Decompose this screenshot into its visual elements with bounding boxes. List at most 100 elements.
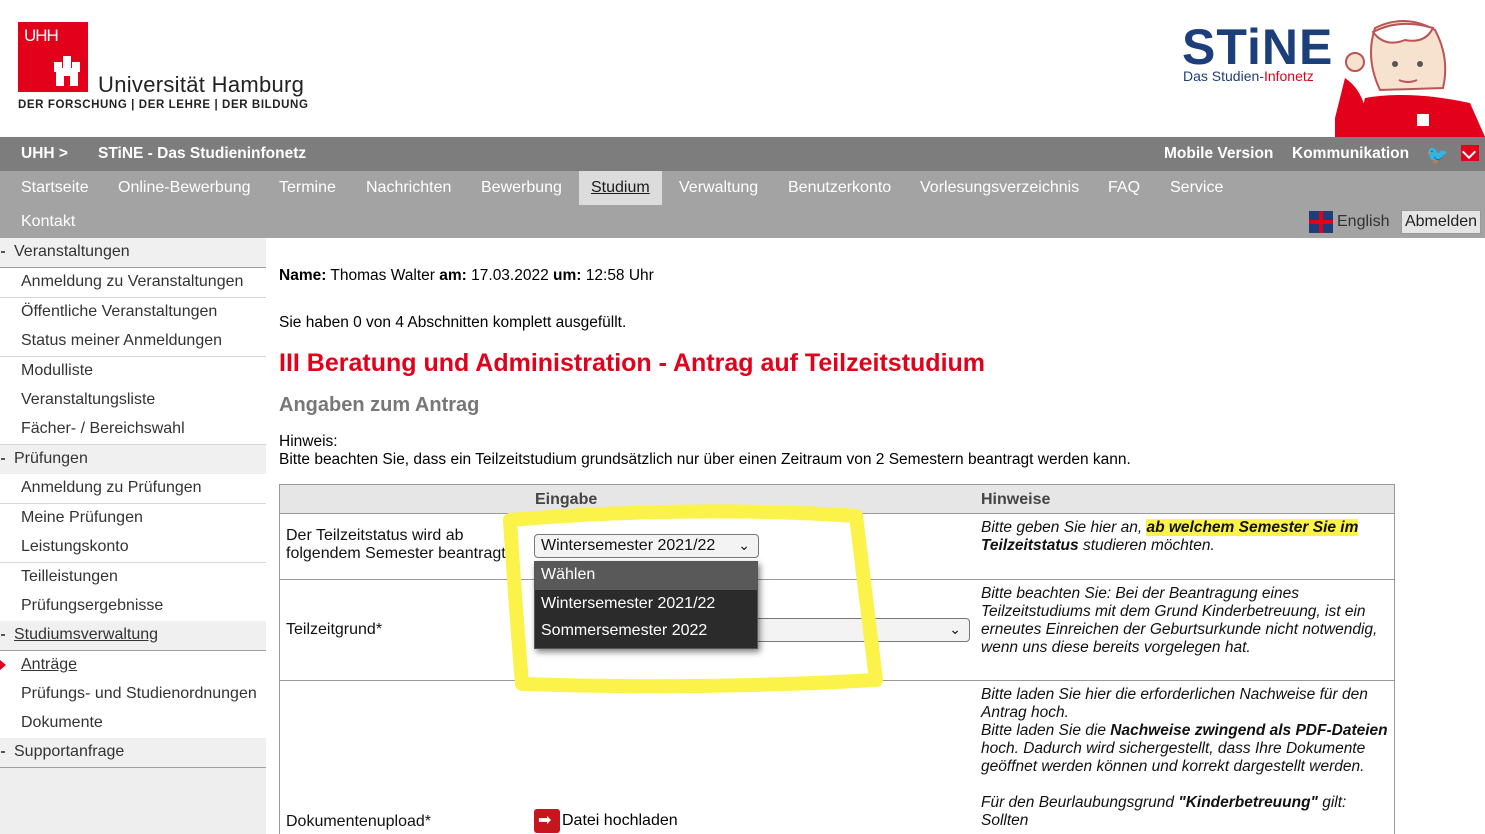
sidebar-section-studiumsverwaltung[interactable]: Studiumsverwaltung: [0, 621, 266, 651]
sidebar-item-teilleistungen[interactable]: Teilleistungen: [0, 563, 266, 593]
sidebar-label: Studiumsverwaltung: [14, 626, 159, 643]
sidebar-item-meine-pruefungen[interactable]: Meine Prüfungen: [0, 504, 266, 534]
bullet-icon: [1, 634, 5, 636]
column-header-eingabe: Eingabe: [535, 491, 598, 508]
uhh-logo[interactable]: UHH: [18, 22, 88, 92]
nav-nachrichten[interactable]: Nachrichten: [366, 179, 451, 197]
bullet-icon: [1, 751, 5, 753]
sidebar-item-oeffentliche-veranstaltungen[interactable]: Öffentliche Veranstaltungen: [0, 298, 266, 328]
time-value: 12:58 Uhr: [585, 267, 654, 284]
upload-label: Dokumentenupload*: [286, 813, 431, 830]
sidebar-item-pruefungs-studienordnungen[interactable]: Prüfungs- und Studienordnungen: [0, 680, 266, 710]
university-name: Universität Hamburg: [98, 72, 305, 97]
section-title: Angaben zum Antrag: [279, 394, 480, 416]
upload-hint-b: Bitte laden Sie die Nachweise zwingend a…: [981, 722, 1391, 776]
active-arrow-icon: [0, 660, 6, 670]
sidebar-label: Öffentliche Veranstaltungen: [21, 303, 218, 320]
upload-label-text: Datei hochladen: [562, 812, 678, 830]
upload-hint: Bitte laden Sie hier die erforderlichen …: [981, 686, 1391, 830]
nav-startseite[interactable]: Startseite: [21, 179, 89, 197]
sidebar-label: Supportanfrage: [14, 743, 125, 760]
sidebar-item-antraege[interactable]: Anträge: [0, 651, 266, 681]
sidebar-section-veranstaltungen[interactable]: Veranstaltungen: [0, 238, 266, 268]
main-nav: Startseite Online-Bewerbung Termine Nach…: [0, 171, 1485, 238]
sidebar-label: Leistungskonto: [21, 538, 129, 555]
bullet-icon: [1, 251, 5, 253]
nav-benutzerkonto[interactable]: Benutzerkonto: [788, 179, 891, 197]
language-label: English: [1337, 213, 1390, 231]
dropdown-option-ws2122[interactable]: Wintersemester 2021/22: [535, 591, 757, 619]
breadcrumb-app[interactable]: STiNE - Das Studieninfonetz: [98, 145, 306, 163]
sidebar-item-faecher-bereichswahl[interactable]: Fächer- / Bereichswahl: [0, 415, 266, 445]
logout-button[interactable]: Abmelden: [1401, 210, 1481, 234]
nav-service[interactable]: Service: [1170, 179, 1223, 197]
kommunikation-link[interactable]: Kommunikation: [1292, 145, 1409, 163]
sidebar-item-status-anmeldungen[interactable]: Status meiner Anmeldungen: [0, 327, 266, 357]
top-bar: UHH > STiNE - Das Studieninfonetz Mobile…: [0, 137, 1485, 171]
table-header: Eingabe Hinweise: [280, 485, 1394, 514]
sidebar-item-anmeldung-pruefungen[interactable]: Anmeldung zu Prüfungen: [0, 474, 266, 504]
twitter-icon[interactable]: 🐦: [1426, 145, 1448, 165]
bullet-icon: [1, 458, 5, 460]
sidebar-item-anmeldung-veranstaltungen[interactable]: Anmeldung zu Veranstaltungen: [0, 268, 266, 298]
sidebar-item-dokumente[interactable]: Dokumente: [0, 709, 266, 739]
sidebar-item-leistungskonto[interactable]: Leistungskonto: [0, 533, 266, 563]
name-value: Thomas Walter: [330, 267, 435, 284]
mobile-version-link[interactable]: Mobile Version: [1164, 145, 1273, 163]
table-row: Der Teilzeitstatus wird ab folgendem Sem…: [280, 514, 1394, 580]
teilzeitgrund-hint: Bitte beachten Sie: Bei der Beantragung …: [981, 585, 1378, 656]
nav-online-bewerbung[interactable]: Online-Bewerbung: [118, 179, 251, 197]
nav-bewerbung[interactable]: Bewerbung: [481, 179, 562, 197]
semester-field-label: Der Teilzeitstatus wird ab folgendem Sem…: [286, 527, 512, 563]
stine-logo-text: STiNE: [1182, 19, 1334, 75]
sidebar-label: Status meiner Anmeldungen: [21, 332, 223, 349]
sidebar-label: Veranstaltungsliste: [21, 391, 156, 408]
upload-hint-a: Bitte laden Sie hier die erforderlichen …: [981, 686, 1368, 721]
semester-hint-a: Bitte geben Sie hier an,: [981, 519, 1143, 536]
sidebar-section-pruefungen[interactable]: Prüfungen: [0, 445, 266, 475]
upload-hint-b3: hoch. Dadurch wird sichergestellt, dass …: [981, 740, 1366, 775]
nav-vorlesungsverzeichnis[interactable]: Vorlesungsverzeichnis: [920, 179, 1079, 197]
uk-flag-icon: [1309, 211, 1333, 233]
mascot-image: [1335, 19, 1485, 137]
stine-subtitle-a: Das Studien-: [1183, 68, 1264, 84]
upload-hint-c: Für den Beurlaubungsgrund "Kinderbetreuu…: [981, 794, 1391, 830]
university-tagline: DER FORSCHUNG | DER LEHRE | DER BILDUNG: [18, 99, 309, 111]
sidebar-label: Anmeldung zu Prüfungen: [21, 479, 202, 496]
dropdown-option-waehlen[interactable]: Wählen: [535, 562, 757, 590]
teilzeitgrund-label: Teilzeitgrund*: [286, 621, 383, 638]
stine-subtitle: Das Studien-Infonetz: [1183, 68, 1314, 84]
sidebar-item-pruefungsergebnisse[interactable]: Prüfungsergebnisse: [0, 592, 266, 622]
nav-kontakt[interactable]: Kontakt: [21, 213, 75, 231]
mail-icon[interactable]: [1461, 145, 1479, 161]
stine-subtitle-b: Infonetz: [1263, 68, 1314, 84]
sidebar-item-modulliste[interactable]: Modulliste: [0, 357, 266, 387]
sidebar-label: Veranstaltungen: [14, 243, 130, 260]
sidebar-label: Anmeldung zu Veranstaltungen: [21, 273, 244, 290]
uhh-logo-text: UHH: [24, 26, 59, 45]
nav-studium[interactable]: Studium: [579, 171, 662, 205]
name-label: Name:: [279, 267, 327, 284]
hinweis-label: Hinweis:: [279, 433, 338, 450]
semester-label-line1: Der Teilzeitstatus wird ab: [286, 527, 464, 544]
sidebar-label: Prüfungen: [14, 450, 88, 467]
sidebar: Veranstaltungen Anmeldung zu Veranstaltu…: [0, 238, 266, 834]
breadcrumb-home[interactable]: UHH >: [21, 145, 68, 163]
semester-hint-d: studieren möchten.: [1082, 537, 1215, 554]
nav-verwaltung[interactable]: Verwaltung: [679, 179, 758, 197]
sidebar-item-veranstaltungsliste[interactable]: Veranstaltungsliste: [0, 386, 266, 416]
castle-icon: [54, 56, 80, 86]
sidebar-label: Anträge: [21, 656, 78, 673]
sidebar-label: Meine Prüfungen: [21, 509, 143, 526]
semester-hint-c: Teilzeitstatus: [981, 537, 1079, 554]
upload-button[interactable]: Datei hochladen: [534, 809, 678, 833]
progress-text: Sie haben 0 von 4 Abschnitten komplett a…: [279, 314, 627, 331]
semester-select[interactable]: Wintersemester 2021/22 ⌄: [534, 534, 759, 558]
semester-hint: Bitte geben Sie hier an, ab welchem Seme…: [981, 519, 1391, 555]
nav-faq[interactable]: FAQ: [1108, 179, 1140, 197]
page-title: III Beratung und Administration - Antrag…: [279, 349, 986, 377]
dropdown-option-ss22[interactable]: Sommersemester 2022: [535, 618, 757, 646]
nav-termine[interactable]: Termine: [279, 179, 336, 197]
language-switch[interactable]: English: [1309, 211, 1389, 233]
sidebar-section-supportanfrage[interactable]: Supportanfrage: [0, 738, 266, 768]
